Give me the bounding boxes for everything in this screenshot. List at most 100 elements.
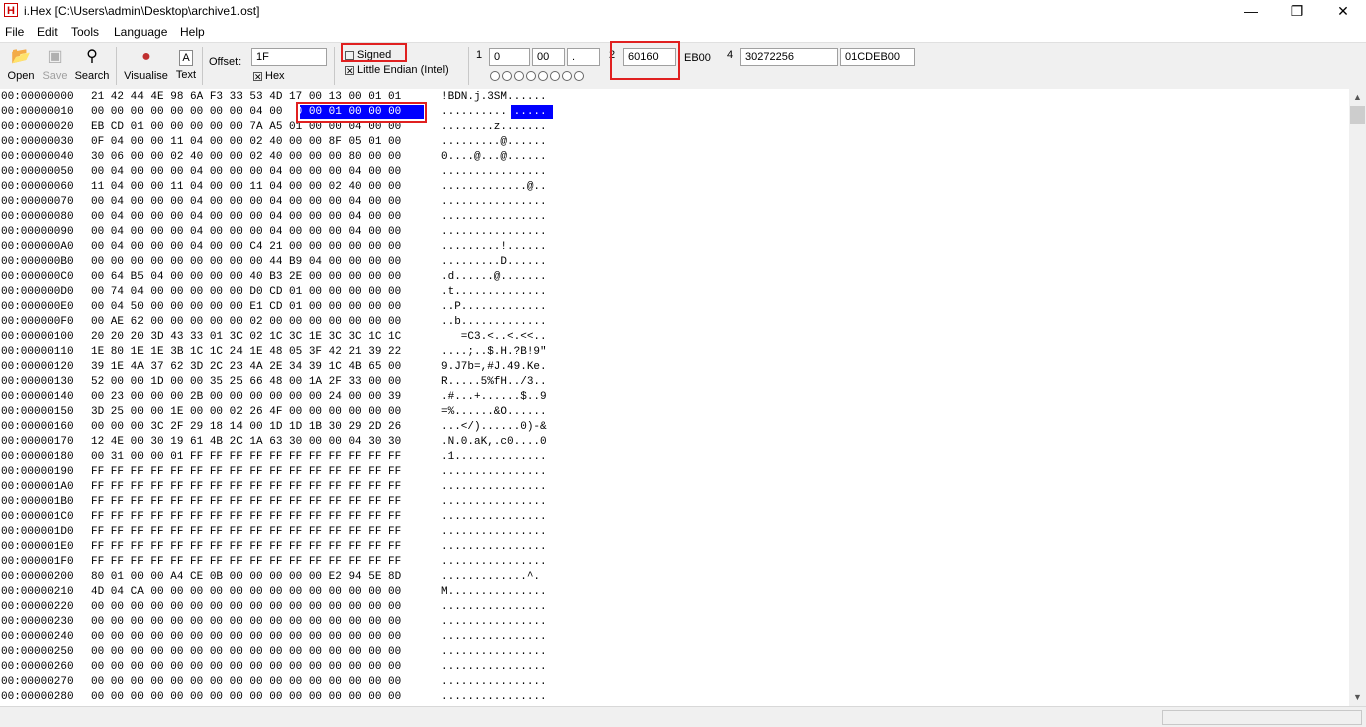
row-ascii[interactable]: M............... [441, 585, 547, 600]
byte-1-hex-field[interactable]: 00 [532, 48, 565, 66]
row-ascii[interactable]: .........!...... [441, 240, 547, 255]
menu-edit[interactable]: Edit [37, 25, 58, 39]
row-ascii[interactable]: R.....5%fH../3.. [441, 375, 547, 390]
save-button[interactable]: ▣ Save [40, 45, 70, 87]
row-ascii[interactable]: .#...+......$..9 [441, 390, 547, 405]
row-hex-bytes[interactable]: 00 64 B5 04 00 00 00 00 40 B3 2E 00 00 0… [91, 270, 401, 285]
row-hex-bytes[interactable]: 20 20 20 3D 43 33 01 3C 02 1C 3C 1E 3C 3… [91, 330, 401, 345]
row-hex-bytes[interactable]: 3D 25 00 00 1E 00 00 02 26 4F 00 00 00 0… [91, 405, 401, 420]
row-hex-bytes[interactable]: 00 00 00 00 00 00 00 00 00 00 00 00 00 0… [91, 675, 401, 690]
row-hex-bytes[interactable]: FF FF FF FF FF FF FF FF FF FF FF FF FF F… [91, 495, 401, 510]
row-ascii[interactable]: ................ [441, 480, 547, 495]
row-ascii[interactable]: ................ [441, 495, 547, 510]
menu-language[interactable]: Language [114, 25, 167, 39]
row-hex-bytes[interactable]: 1E 80 1E 1E 3B 1C 1C 24 1E 48 05 3F 42 2… [91, 345, 401, 360]
row-hex-bytes[interactable]: FF FF FF FF FF FF FF FF FF FF FF FF FF F… [91, 555, 401, 570]
row-hex-bytes[interactable]: 00 00 00 00 00 00 00 00 00 00 00 00 00 0… [91, 690, 401, 705]
byte-1-char-field[interactable]: . [567, 48, 600, 66]
row-ascii[interactable]: .............^. [441, 570, 540, 585]
row-hex-bytes[interactable]: 00 00 00 00 00 00 00 00 00 44 B9 04 00 0… [91, 255, 401, 270]
row-hex-bytes[interactable]: 00 00 00 00 00 00 00 00 00 00 00 00 00 0… [91, 600, 401, 615]
row-ascii[interactable]: ...</)......0)-& [441, 420, 547, 435]
row-hex-bytes[interactable]: 0F 04 00 00 11 04 00 00 02 40 00 00 8F 0… [91, 135, 401, 150]
minimize-button[interactable]: — [1228, 0, 1274, 22]
byte-1-decimal-field[interactable]: 0 [489, 48, 530, 66]
row-hex-bytes[interactable]: 39 1E 4A 37 62 3D 2C 23 4A 2E 34 39 1C 4… [91, 360, 401, 375]
row-hex-bytes[interactable]: 00 04 00 00 00 04 00 00 00 04 00 00 00 0… [91, 165, 401, 180]
scroll-down-icon[interactable]: ▼ [1349, 689, 1366, 706]
row-hex-bytes[interactable]: 00 AE 62 00 00 00 00 00 02 00 00 00 00 0… [91, 315, 401, 330]
row-hex-bytes[interactable]: FF FF FF FF FF FF FF FF FF FF FF FF FF F… [91, 540, 401, 555]
row-hex-bytes[interactable]: 11 04 00 00 11 04 00 00 11 04 00 00 02 4… [91, 180, 401, 195]
menu-help[interactable]: Help [180, 25, 205, 39]
open-button[interactable]: 📂 Open [4, 45, 38, 87]
row-hex-bytes[interactable]: 00 04 00 00 00 04 00 00 00 04 00 00 00 0… [91, 210, 401, 225]
offset-input[interactable]: 1F [251, 48, 327, 66]
row-ascii[interactable]: .d......@....... [441, 270, 547, 285]
row-ascii[interactable]: ................ [441, 165, 547, 180]
row-ascii[interactable]: !BDN.j.3SM...... [441, 90, 547, 105]
row-ascii[interactable]: ................ [441, 660, 547, 675]
row-hex-bytes[interactable]: 00 00 00 00 00 00 00 00 00 00 00 00 00 0… [91, 630, 401, 645]
dword-4-decimal-field[interactable]: 30272256 [740, 48, 838, 66]
row-ascii[interactable]: ................ [441, 510, 547, 525]
row-ascii[interactable]: 0....@...@...... [441, 150, 547, 165]
row-ascii[interactable]: ................ [441, 630, 547, 645]
row-hex-bytes[interactable]: 00 00 00 00 00 00 00 00 00 00 00 00 00 0… [91, 645, 401, 660]
row-hex-bytes[interactable]: 4D 04 CA 00 00 00 00 00 00 00 00 00 00 0… [91, 585, 401, 600]
row-ascii[interactable]: ................ [441, 465, 547, 480]
vertical-scrollbar[interactable]: ▲ ▼ [1349, 89, 1366, 706]
row-ascii[interactable]: .N.0.aK,.c0....0 [441, 435, 547, 450]
bit-toggle[interactable] [502, 71, 512, 81]
row-ascii[interactable]: 9.J7b=,#J.49.Ke. [441, 360, 547, 375]
row-hex-bytes[interactable]: FF FF FF FF FF FF FF FF FF FF FF FF FF F… [91, 465, 401, 480]
row-ascii[interactable]: .............@.. [441, 180, 547, 195]
row-ascii[interactable]: ................ [441, 645, 547, 660]
row-hex-bytes[interactable]: 00 23 00 00 00 2B 00 00 00 00 00 00 24 0… [91, 390, 401, 405]
bit-toggle[interactable] [550, 71, 560, 81]
row-ascii[interactable]: ................ [441, 600, 547, 615]
row-hex-bytes[interactable]: 00 00 00 3C 2F 29 18 14 00 1D 1D 1B 30 2… [91, 420, 401, 435]
bit-toggle[interactable] [562, 71, 572, 81]
row-hex-bytes[interactable]: 00 00 00 00 00 00 00 00 00 00 00 00 00 0… [91, 615, 401, 630]
row-hex-bytes[interactable]: 30 06 00 00 02 40 00 00 02 40 00 00 00 8… [91, 150, 401, 165]
menu-file[interactable]: File [5, 25, 24, 39]
bit-toggle[interactable] [574, 71, 584, 81]
little-endian-checkbox[interactable]: ✕ Little Endian (Intel) [345, 64, 449, 76]
row-ascii[interactable]: .1.............. [441, 450, 547, 465]
row-hex-bytes[interactable]: 00 04 00 00 00 04 00 00 C4 21 00 00 00 0… [91, 240, 401, 255]
scrollbar-thumb[interactable] [1350, 106, 1365, 124]
row-ascii[interactable]: .........D...... [441, 255, 547, 270]
row-hex-bytes[interactable]: 12 4E 00 30 19 61 4B 2C 1A 63 30 00 00 0… [91, 435, 401, 450]
row-ascii[interactable]: ........z....... [441, 120, 547, 135]
restore-button[interactable]: ❐ [1274, 0, 1320, 22]
search-button[interactable]: ⚲ Search [72, 45, 112, 87]
row-ascii[interactable]: ................ [441, 615, 547, 630]
row-ascii[interactable]: ....;..$.H.?B!9" [441, 345, 547, 360]
row-ascii[interactable]: ..P............. [441, 300, 547, 315]
row-ascii[interactable]: ................ [441, 225, 547, 240]
close-button[interactable]: ✕ [1320, 0, 1366, 22]
row-ascii[interactable]: ..b............. [441, 315, 547, 330]
row-ascii[interactable]: ................ [441, 690, 547, 705]
row-ascii[interactable]: ................ [441, 555, 547, 570]
bit-toggle[interactable] [538, 71, 548, 81]
row-hex-bytes[interactable]: FF FF FF FF FF FF FF FF FF FF FF FF FF F… [91, 525, 401, 540]
dword-4-hex-field[interactable]: 01CDEB00 [840, 48, 915, 66]
hex-view[interactable]: 00:00000000 21 42 44 4E 98 6A F3 33 53 4D… [0, 89, 1349, 706]
scroll-up-icon[interactable]: ▲ [1349, 89, 1366, 106]
row-hex-bytes[interactable]: FF FF FF FF FF FF FF FF FF FF FF FF FF F… [91, 480, 401, 495]
hex-checkbox[interactable]: ✕ Hex [253, 70, 285, 82]
row-ascii[interactable]: .........@...... [441, 135, 547, 150]
row-ascii[interactable]: ................ [441, 540, 547, 555]
row-ascii[interactable]: ................ [441, 195, 547, 210]
row-hex-bytes[interactable]: 80 01 00 00 A4 CE 0B 00 00 00 00 00 E2 9… [91, 570, 401, 585]
row-ascii[interactable]: .t.............. [441, 285, 547, 300]
row-hex-bytes[interactable]: 00 00 00 00 00 00 00 00 00 00 00 00 00 0… [91, 660, 401, 675]
row-hex-bytes[interactable]: 52 00 00 1D 00 00 35 25 66 48 00 1A 2F 3… [91, 375, 401, 390]
row-hex-bytes[interactable]: 00 31 00 00 01 FF FF FF FF FF FF FF FF F… [91, 450, 401, 465]
row-hex-bytes[interactable]: 00 04 00 00 00 04 00 00 00 04 00 00 00 0… [91, 195, 401, 210]
bit-toggle[interactable] [514, 71, 524, 81]
row-ascii[interactable]: =%......&O...... [441, 405, 547, 420]
visualise-button[interactable]: ● Visualise [120, 45, 172, 87]
